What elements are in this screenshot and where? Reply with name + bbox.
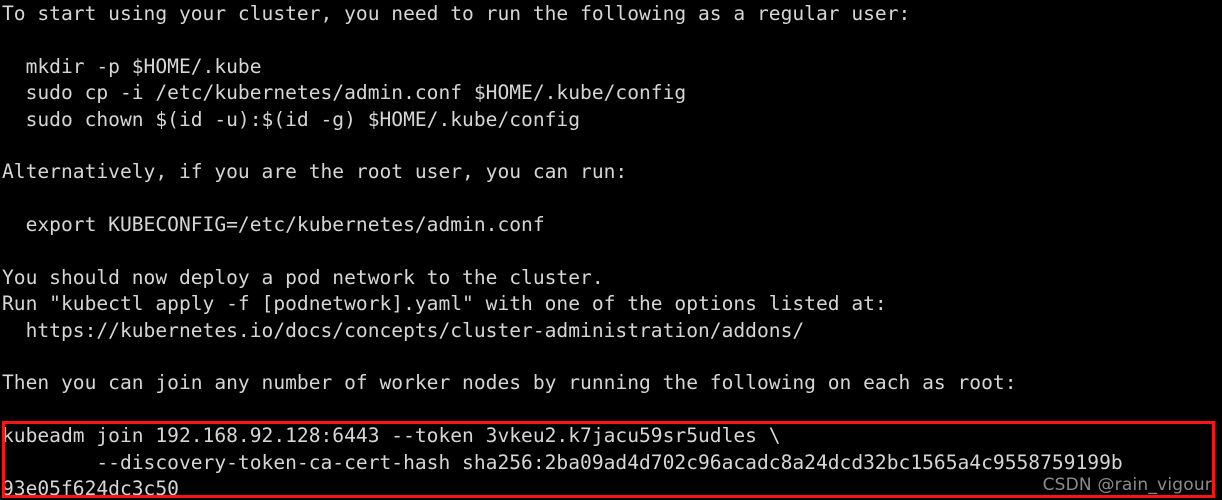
terminal-line-discovery-hash: --discovery-token-ca-cert-hash sha256:2b… (2, 450, 1123, 474)
terminal-line: https://kubernetes.io/docs/concepts/clus… (2, 318, 805, 342)
terminal-line: Run "kubectl apply -f [podnetwork].yaml"… (2, 292, 887, 316)
terminal-line: Alternatively, if you are the root user,… (2, 160, 628, 184)
terminal-line-join-command: kubeadm join 192.168.92.128:6443 --token… (2, 424, 781, 448)
terminal-output: To start using your cluster, you need to… (0, 0, 1222, 500)
terminal-line: mkdir -p $HOME/.kube (2, 54, 262, 78)
terminal-window[interactable]: To start using your cluster, you need to… (0, 0, 1222, 500)
terminal-line: You should now deploy a pod network to t… (2, 265, 604, 289)
terminal-line: Then you can join any number of worker n… (2, 371, 1017, 395)
terminal-line: export KUBECONFIG=/etc/kubernetes/admin.… (2, 213, 545, 237)
terminal-line: To start using your cluster, you need to… (2, 2, 911, 25)
terminal-line: sudo cp -i /etc/kubernetes/admin.conf $H… (2, 81, 687, 105)
terminal-line-hash-wrap: 93e05f624dc3c50 (2, 477, 179, 500)
terminal-line: sudo chown $(id -u):$(id -g) $HOME/.kube… (2, 107, 581, 131)
watermark-label: CSDN @rain_vigour (1042, 474, 1212, 495)
